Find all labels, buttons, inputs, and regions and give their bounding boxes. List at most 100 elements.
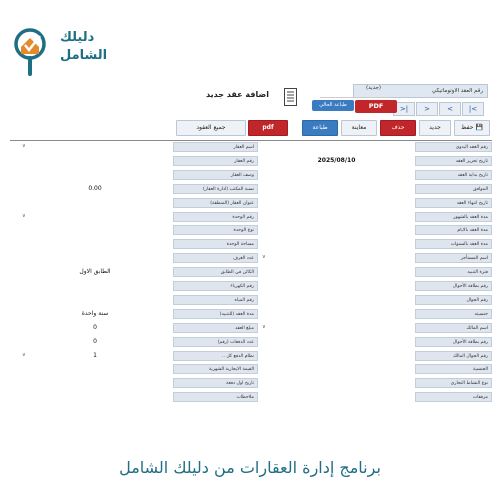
- field-input[interactable]: [260, 184, 413, 194]
- field-label: مدة العقد بالشهور: [415, 211, 492, 222]
- field-input[interactable]: [260, 239, 413, 249]
- preview-button[interactable]: معاينة: [341, 120, 377, 136]
- field-input[interactable]: [20, 142, 170, 152]
- field-label: مساحة الوحدة: [173, 239, 258, 250]
- field-label: رقم بطاقة الأحوال: [415, 281, 492, 291]
- field-input[interactable]: [260, 337, 413, 347]
- field-input[interactable]: [20, 295, 170, 305]
- field-input[interactable]: 0.00: [20, 184, 170, 194]
- field-input[interactable]: [260, 142, 413, 152]
- field-input[interactable]: 1: [20, 351, 170, 361]
- field-label: رقم المياه: [173, 294, 258, 305]
- field-label: مدة العقد (للتنبيه): [173, 308, 258, 319]
- form-row: مدة العقد بالسنوات مساحة الوحدة: [10, 239, 492, 250]
- field-input[interactable]: [260, 295, 413, 305]
- form-row: تاريخ بداية العقد وصف العقار: [10, 169, 492, 181]
- magnifier-with-house-icon: [14, 28, 46, 76]
- field-input[interactable]: [20, 198, 170, 208]
- field-label: عنوان العقار (المنطقة): [173, 197, 258, 208]
- brand-line1: دليلك: [60, 30, 95, 45]
- print-button[interactable]: طباعة: [302, 120, 338, 136]
- field-label: وصف العقار: [173, 169, 258, 180]
- field-input[interactable]: [260, 267, 413, 277]
- chevron-down-icon[interactable]: ∨: [22, 143, 26, 149]
- chevron-down-icon[interactable]: ∨: [22, 213, 26, 219]
- field-input[interactable]: [260, 392, 413, 402]
- brand-logo: دليلك الشامل: [10, 26, 120, 76]
- field-label: نظام الدفع كل ..: [173, 350, 258, 361]
- toolbar: 💾 حفظ جديد حذف معاينة طباعة pdf جميع الع…: [10, 120, 492, 138]
- form-row: نوع النشاط التجاري تاريخ اول دفعة: [10, 378, 492, 389]
- field-label: فترة التنبيه: [415, 267, 492, 278]
- pdf-current-button[interactable]: PDF: [355, 100, 397, 113]
- field-input[interactable]: [260, 170, 413, 180]
- field-label: رقم العقد اليدوي: [415, 142, 492, 152]
- new-button[interactable]: جديد: [419, 120, 451, 136]
- field-input[interactable]: [20, 156, 170, 166]
- field-input[interactable]: 0: [20, 337, 170, 347]
- save-button[interactable]: 💾 حفظ: [454, 120, 490, 136]
- field-input[interactable]: [260, 212, 413, 222]
- field-label: مدة العقد بالسنوات: [415, 239, 492, 250]
- field-input[interactable]: [20, 253, 170, 263]
- field-label: رقم الكهرباء: [173, 281, 258, 291]
- field-input[interactable]: [260, 364, 413, 374]
- field-input[interactable]: [20, 378, 170, 388]
- field-label: ملاحظات: [173, 392, 258, 403]
- field-input[interactable]: [20, 170, 170, 180]
- field-label: عدد الغرف: [173, 253, 258, 264]
- field-label: نوع الوحدة: [173, 225, 258, 236]
- nav-prev-button[interactable]: <: [439, 102, 461, 116]
- field-input[interactable]: [20, 364, 170, 374]
- form-row: رقم بطاقة الأحوال عدد الدفعات (رقم) 0: [10, 336, 492, 348]
- field-input[interactable]: [260, 309, 413, 319]
- pdf-button[interactable]: pdf: [248, 120, 288, 136]
- form-row: فترة التنبيه الكائن في الطابق الطابق الاول: [10, 267, 492, 278]
- field-input[interactable]: [20, 212, 170, 222]
- field-label: رقم الجوال: [415, 294, 492, 305]
- field-label: القيمة الايجارية الشهرية: [173, 364, 258, 375]
- form-row: اسم المستأجر ∨ عدد الغرف: [10, 253, 492, 264]
- field-input[interactable]: [260, 351, 413, 361]
- field-input[interactable]: [20, 225, 170, 235]
- field-input[interactable]: [20, 392, 170, 402]
- nav-next-button[interactable]: >: [416, 102, 438, 116]
- field-label: رقم العقار: [173, 155, 258, 166]
- contract-form-window: رقم العقد الاوتوماتيكي |< < > >| (جديد) …: [10, 82, 492, 412]
- field-input[interactable]: [260, 378, 413, 388]
- chevron-down-icon[interactable]: ∨: [262, 324, 266, 330]
- field-input[interactable]: الطابق الاول: [20, 267, 170, 277]
- print-current-button[interactable]: طباعة الحالي: [312, 100, 354, 111]
- field-label: مرفقات: [415, 392, 492, 403]
- field-label: اسم المستأجر: [415, 253, 492, 264]
- field-input[interactable]: سنة واحدة: [20, 309, 170, 319]
- form-row: مدة العقد بالشهور رقم الوحدة ∨: [10, 211, 492, 223]
- field-input[interactable]: [260, 225, 413, 235]
- nav-first-button[interactable]: |<: [462, 102, 484, 116]
- field-label: رقم بطاقة الأحوال: [415, 336, 492, 347]
- field-label: تاريخ تحرير العقد: [415, 155, 492, 166]
- field-label: عدد الدفعات (رقم): [173, 336, 258, 347]
- form-row: تاريخ تحرير العقد 2025/08/10 رقم العقار: [10, 155, 492, 167]
- delete-button[interactable]: حذف: [380, 120, 416, 136]
- all-contracts-button[interactable]: جميع العقود: [176, 120, 246, 136]
- field-input[interactable]: [20, 239, 170, 249]
- form-row: تاريخ انتهاء العقد عنوان العقار (المنطقة): [10, 197, 492, 209]
- field-input[interactable]: [260, 281, 413, 291]
- form-row: رقم العقد اليدوي اسم العقار ∨: [10, 142, 492, 153]
- form-row: الموافق نسبة المكتب (ادارة العقار) 0.00: [10, 183, 492, 195]
- field-input[interactable]: [260, 198, 413, 208]
- new-tag: (جديد): [366, 85, 382, 91]
- field-input[interactable]: [260, 253, 413, 263]
- chevron-down-icon[interactable]: ∨: [22, 352, 26, 358]
- field-label: مبلغ العقد: [173, 322, 258, 333]
- field-input[interactable]: 0: [20, 323, 170, 333]
- field-input[interactable]: 2025/08/10: [260, 156, 413, 166]
- chevron-down-icon[interactable]: ∨: [262, 254, 266, 260]
- save-label: حفظ: [461, 124, 474, 131]
- field-input[interactable]: [260, 323, 413, 333]
- form-row: اسم المالك ∨ مبلغ العقد 0: [10, 322, 492, 334]
- field-input[interactable]: [20, 281, 170, 291]
- page-title: اضافة عقد جديد: [206, 90, 269, 99]
- field-label: الموافق: [415, 183, 492, 194]
